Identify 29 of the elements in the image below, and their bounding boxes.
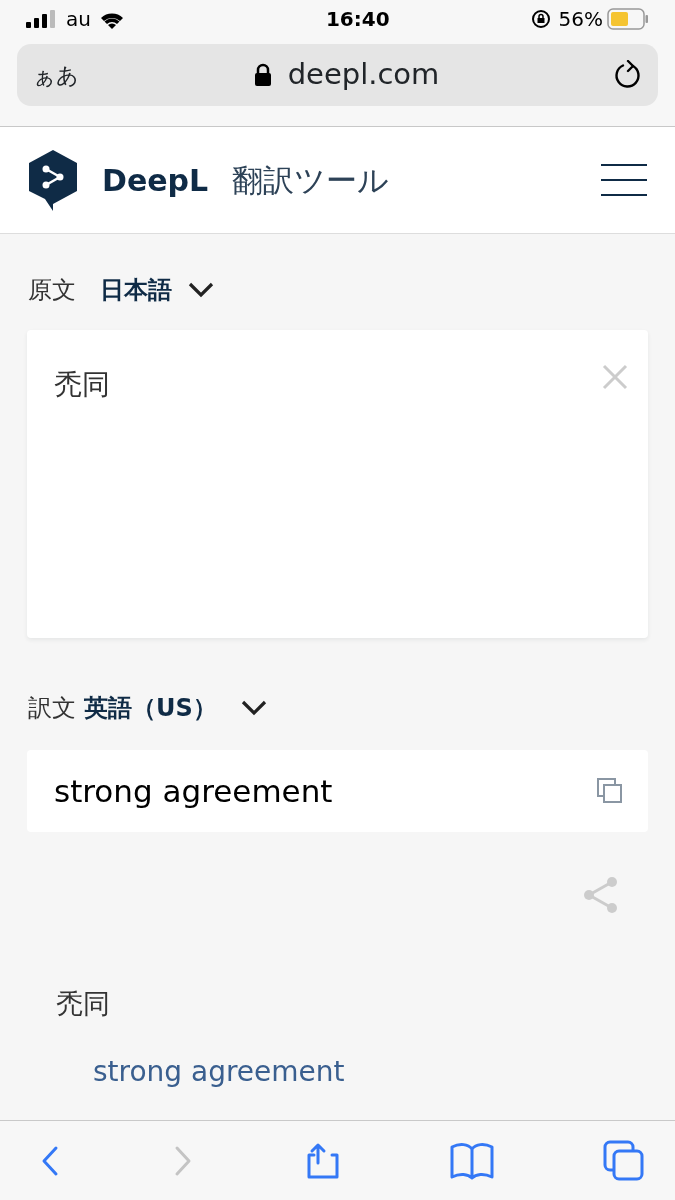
rotation-lock-icon — [530, 9, 551, 29]
source-label: 原文 — [28, 275, 76, 306]
address-text: deepl.com — [287, 56, 440, 94]
translated-text: strong agreement — [54, 771, 333, 811]
copy-icon[interactable] — [597, 778, 623, 804]
target-language-dropdown[interactable]: 英語（US） — [84, 693, 267, 723]
brand-name: DeepL — [102, 161, 209, 200]
reload-icon[interactable] — [614, 60, 642, 90]
chevron-down-icon — [188, 282, 214, 298]
battery-icon — [607, 8, 649, 30]
lock-icon — [253, 63, 272, 87]
source-language-dropdown[interactable]: 日本語 — [100, 275, 214, 305]
carrier-name: au — [66, 6, 91, 33]
tabs-icon[interactable] — [603, 1139, 645, 1182]
text-size-button[interactable]: ぁあ — [33, 58, 79, 92]
signal-icon — [26, 10, 58, 28]
menu-icon[interactable] — [601, 163, 647, 197]
page-title: 翻訳ツール — [232, 160, 390, 200]
book-icon[interactable] — [450, 1140, 495, 1181]
dictionary-translation-link[interactable]: strong agreement — [93, 1050, 345, 1093]
address-bar[interactable]: ぁあ deepl.com — [17, 44, 658, 106]
battery-percent: 56% — [558, 6, 603, 33]
chevron-down-icon — [240, 700, 267, 716]
target-label: 訳文 — [28, 693, 76, 724]
logo-icon — [28, 149, 78, 211]
source-text-area[interactable]: 禿同 — [27, 330, 648, 638]
source-text: 禿同 — [54, 367, 110, 403]
dictionary-term: 禿同 — [56, 987, 110, 1021]
clock-time: 16:40 — [324, 6, 390, 33]
